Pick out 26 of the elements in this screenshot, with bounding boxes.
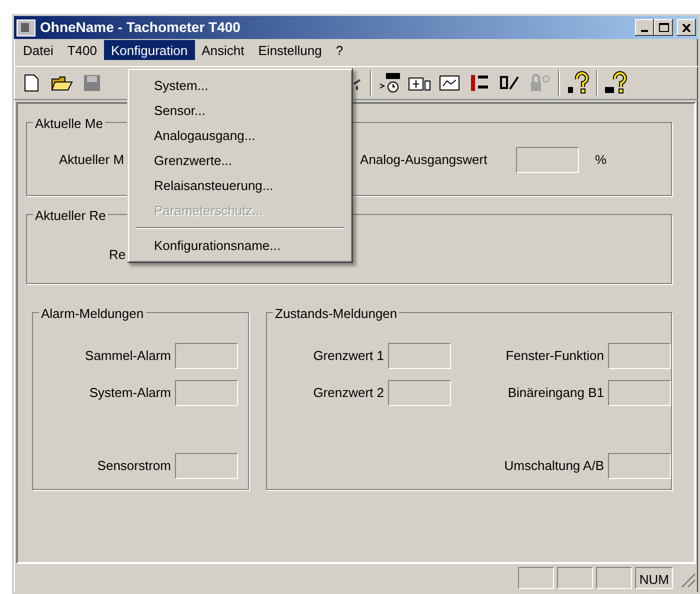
- menu-item[interactable]: Konfiguration: [104, 40, 195, 60]
- menu-item[interactable]: Datei: [16, 40, 60, 60]
- menu-item[interactable]: Ansicht: [194, 40, 252, 60]
- menu-item[interactable]: Konfigurationsname...: [130, 233, 350, 258]
- field-label: System-Alarm: [89, 384, 171, 402]
- menu-item[interactable]: T400: [60, 40, 104, 60]
- menu-item[interactable]: Sensor...: [130, 98, 350, 123]
- field-label: Sammel-Alarm: [85, 346, 171, 365]
- field-label: Grenzwert 2: [313, 384, 384, 402]
- status-indicator: NUM: [635, 567, 673, 589]
- window-title: OhneName - Tachometer T400: [40, 18, 240, 37]
- field-label: Re: [109, 247, 126, 262]
- field-label: Aktueller M: [59, 151, 124, 170]
- menu-item[interactable]: Analogausgang...: [130, 123, 350, 148]
- field-label: Sensorstrom: [97, 456, 171, 475]
- field-label: Analog-Ausgangswert: [360, 151, 488, 170]
- unit-label: %: [595, 151, 607, 170]
- menu-item[interactable]: Grenzwerte...: [130, 148, 350, 173]
- menu-item[interactable]: System...: [130, 73, 350, 98]
- field-label: Binäreingang B1: [508, 384, 604, 402]
- menu-item[interactable]: Einstellung: [251, 40, 329, 60]
- field-label: Grenzwert 1: [313, 346, 384, 365]
- field-label: Fenster-Funktion: [506, 346, 604, 365]
- menu-item[interactable]: Relaisansteuerung...: [130, 173, 350, 198]
- menu-item[interactable]: ?: [328, 40, 350, 60]
- field-label: Umschaltung A/B: [504, 456, 604, 475]
